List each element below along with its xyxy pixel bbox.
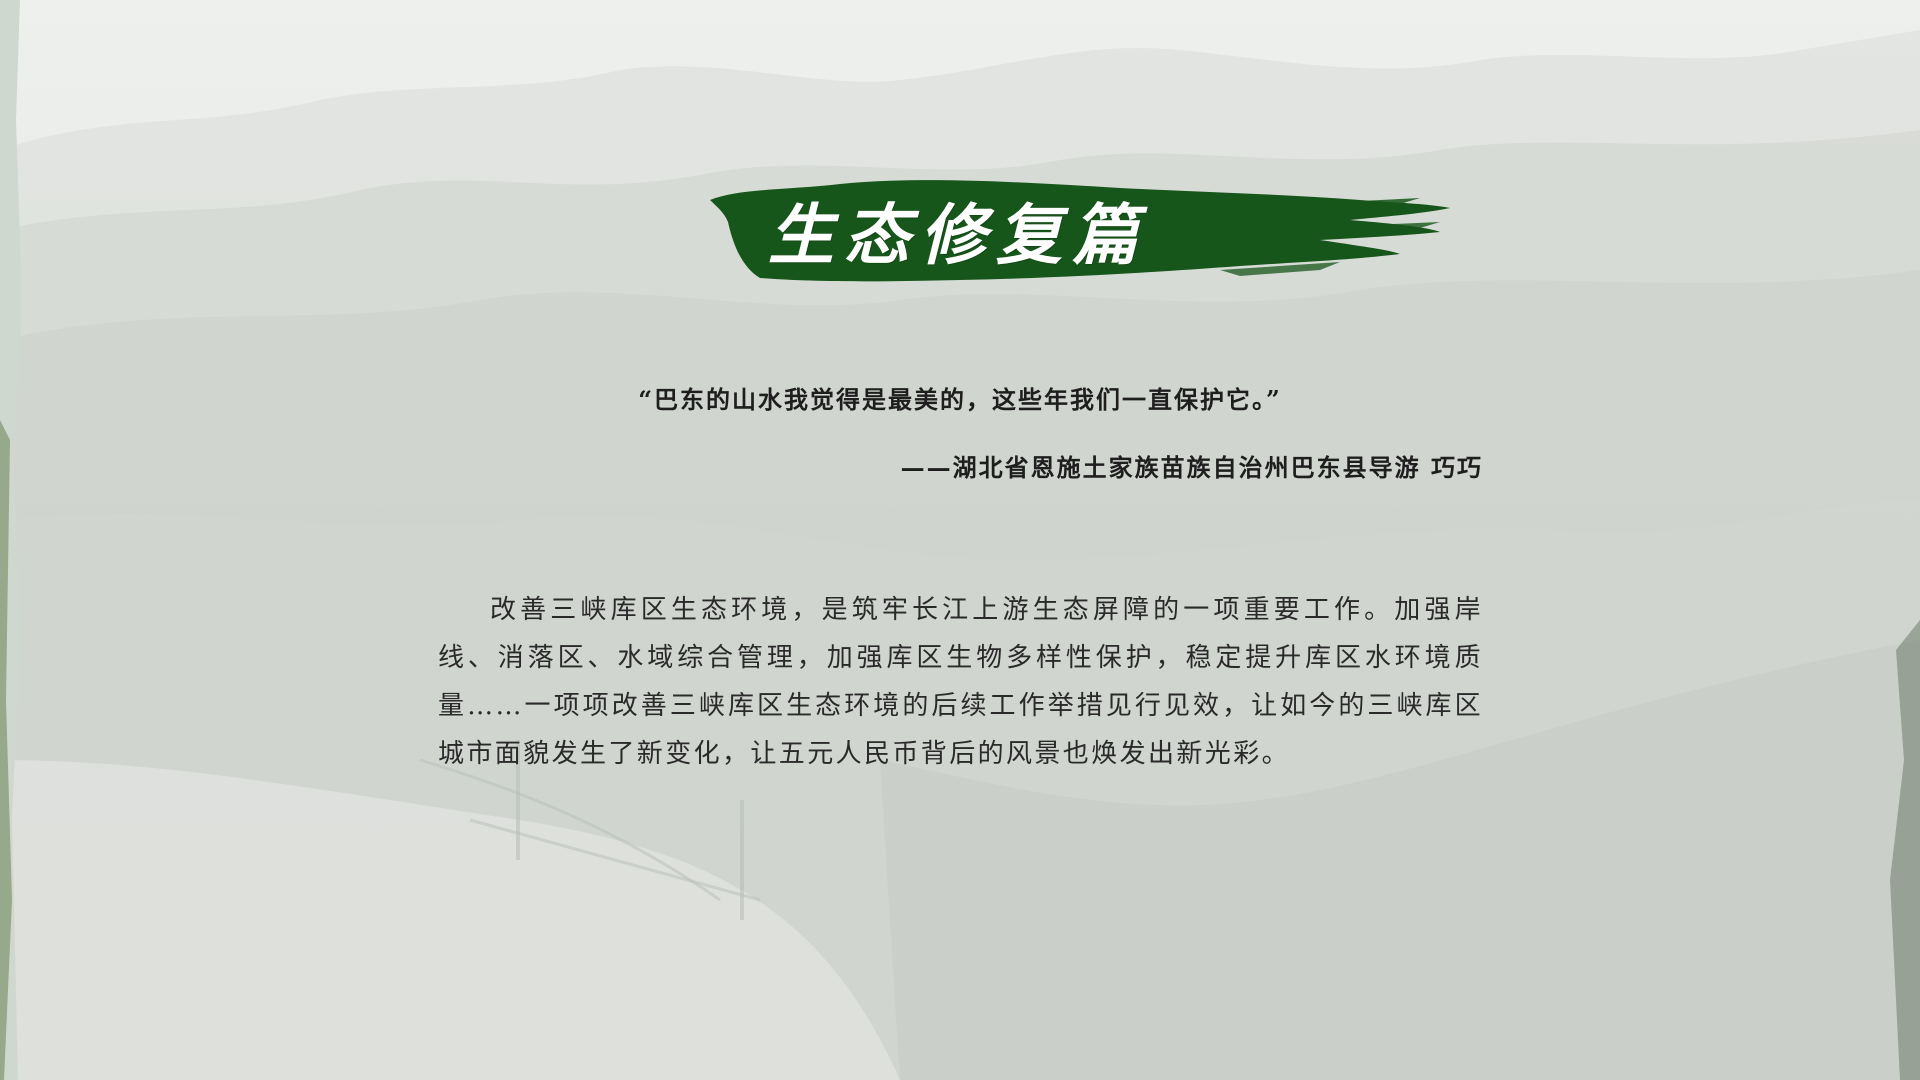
background-wash: [0, 0, 1920, 1080]
quote-text: “巴东的山水我觉得是最美的，这些年我们一直保护它。”: [638, 385, 1282, 414]
body-paragraph: 改善三峡库区生态环境，是筑牢长江上游生态屏障的一项重要工作。加强岸线、消落区、水…: [438, 595, 1483, 769]
right-torn-edge: [1890, 620, 1920, 1080]
page-title: 生态修复篇: [768, 196, 1148, 274]
quote-attribution: ——湖北省恩施土家族苗族自治州巴东县导游 巧巧: [900, 453, 1483, 482]
title-banner: 生态修复篇: [700, 170, 1460, 300]
left-torn-edge: [0, 0, 22, 1080]
slide: 生态修复篇 “巴东的山水我觉得是最美的，这些年我们一直保护它。” ——湖北省恩施…: [0, 0, 1920, 1080]
